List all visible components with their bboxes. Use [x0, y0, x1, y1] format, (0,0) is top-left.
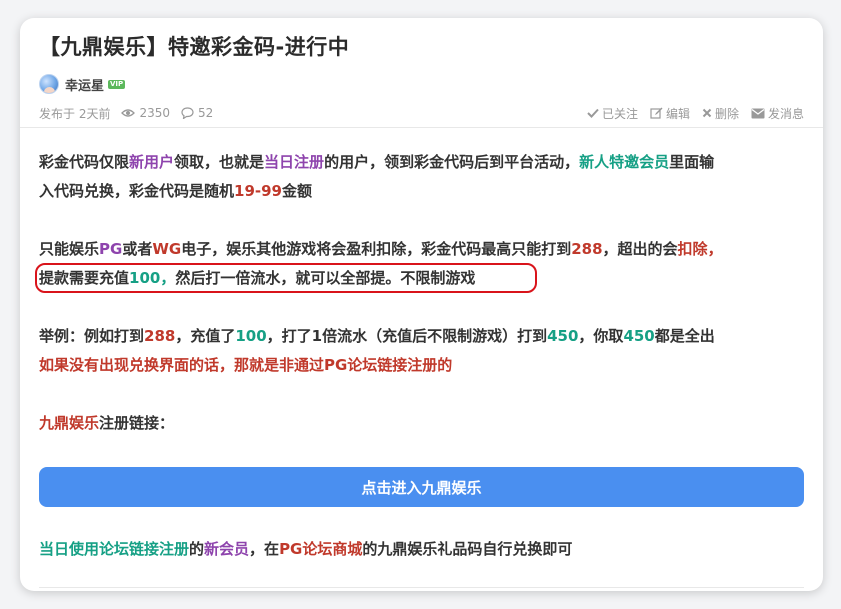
envelope-icon — [751, 108, 765, 118]
text-segment: ， — [707, 240, 723, 258]
vip-badge: VIP — [108, 79, 126, 89]
text-segment: 里面输 — [669, 153, 715, 171]
text-segment: 领取，也就是 — [174, 153, 265, 171]
text-segment: 举例：例如打到 — [39, 327, 145, 345]
text-segment: 288 — [144, 327, 176, 345]
author-row: 幸运星 VIP — [39, 73, 804, 95]
text-segment: 然后打一倍流水，就可以全部提。不限制游戏 — [175, 269, 476, 287]
text-segment: 电子，娱乐其他游戏将会盈利扣除，彩金代码最高只能打到 — [181, 240, 572, 258]
text-segment: 288 — [571, 240, 603, 258]
text-segment: ， — [160, 269, 176, 287]
post-content: 彩金代码仅限新用户领取，也就是当日注册的用户，领到彩金代码后到平台活动，新人特邀… — [20, 148, 823, 564]
text-segment: 提款需要充值 — [39, 269, 130, 287]
followed-button[interactable]: 已关注 — [587, 105, 638, 122]
avatar[interactable] — [39, 74, 59, 94]
comments-count: 52 — [181, 106, 213, 120]
edit-button[interactable]: 编辑 — [650, 105, 690, 122]
text-segment: 当日使用论坛链接注册 — [39, 540, 190, 558]
text-segment: 100 — [235, 327, 267, 345]
text-segment: 450 — [623, 327, 655, 345]
post-card: 【九鼎娱乐】特邀彩金码-进行中 幸运星 VIP 发布于 2天前 2350 52 — [20, 18, 823, 591]
text-segment: ，充值了 — [175, 327, 236, 345]
text-segment: ，在 — [249, 540, 280, 558]
text-segment: 的九鼎娱乐礼品码自行兑换即可 — [362, 540, 573, 558]
text-segment: 450 — [547, 327, 579, 345]
message-button[interactable]: 发消息 — [751, 105, 804, 122]
edit-label: 编辑 — [665, 106, 690, 121]
delete-button[interactable]: 删除 — [702, 105, 739, 122]
text-segment: ，超出的会 — [602, 240, 678, 258]
post-title: 【九鼎娱乐】特邀彩金码-进行中 — [39, 35, 350, 59]
text-segment: 只能娱乐 — [39, 240, 100, 258]
text-segment: 入代码兑换，彩金代码是随机 — [39, 182, 235, 200]
followed-label: 已关注 — [601, 106, 638, 121]
check-icon — [587, 108, 599, 118]
paragraph-eligibility: 彩金代码仅限新用户领取，也就是当日注册的用户，领到彩金代码后到平台活动，新人特邀… — [39, 148, 804, 206]
text-segment: ，打了1倍流水（充值后不限制游戏）打到 — [266, 327, 548, 345]
paragraph-example: 举例：例如打到288，充值了100，打了1倍流水（充值后不限制游戏）打到450，… — [39, 322, 804, 380]
text-segment: 19-99 — [234, 182, 282, 200]
text-segment: 的用户，领到彩金代码后到平台活动， — [324, 153, 580, 171]
paragraph-register-link: 九鼎娱乐注册链接： — [39, 409, 804, 438]
text-segment: PG论坛商城 — [279, 540, 363, 558]
text-segment: 都是全出 — [654, 327, 715, 345]
close-icon — [702, 108, 712, 118]
views-value: 2350 — [139, 106, 170, 120]
post-time: 发布于 2天前 — [39, 106, 111, 121]
paragraph-rules: 只能娱乐PG或者WG电子，娱乐其他游戏将会盈利扣除，彩金代码最高只能打到288，… — [35, 235, 804, 293]
text-segment: 新人特邀会员 — [579, 153, 670, 171]
text-segment: 如果没有出现兑换界面的话，那就是非通过PG论坛链接注册的 — [39, 356, 453, 374]
text-segment: 新用户 — [129, 153, 175, 171]
text-segment: PG — [99, 240, 123, 258]
eye-icon — [121, 109, 136, 117]
paragraph-redeem: 当日使用论坛链接注册的新会员，在PG论坛商城的九鼎娱乐礼品码自行兑换即可 — [39, 535, 804, 564]
text-segment: ，你取 — [578, 327, 624, 345]
comments-value: 52 — [198, 106, 214, 120]
text-segment: 新会员 — [204, 540, 250, 558]
text-segment: 九鼎娱乐 — [39, 414, 100, 432]
post-header: 【九鼎娱乐】特邀彩金码-进行中 幸运星 VIP 发布于 2天前 2350 52 — [20, 18, 823, 128]
text-segment: 100 — [129, 269, 161, 287]
delete-label: 删除 — [714, 106, 739, 121]
text-segment: 或者 — [122, 240, 153, 258]
message-label: 发消息 — [767, 106, 804, 121]
text-segment: 彩金代码仅限 — [39, 153, 130, 171]
comment-icon — [181, 107, 194, 119]
text-segment: WG — [152, 240, 182, 258]
text-segment: 的 — [189, 540, 205, 558]
views-count: 2350 — [121, 106, 170, 120]
text-segment: 注册链接： — [99, 414, 175, 432]
divider — [39, 587, 804, 588]
text-segment: 当日注册 — [264, 153, 325, 171]
enter-site-button[interactable]: 点击进入九鼎娱乐 — [39, 467, 804, 507]
text-segment: 金额 — [282, 182, 313, 200]
meta-row: 发布于 2天前 2350 52 已关注 编辑 删除 发消息 — [39, 104, 804, 122]
author-name[interactable]: 幸运星 — [65, 75, 104, 94]
edit-icon — [650, 107, 663, 119]
text-segment: 扣除 — [677, 240, 708, 258]
